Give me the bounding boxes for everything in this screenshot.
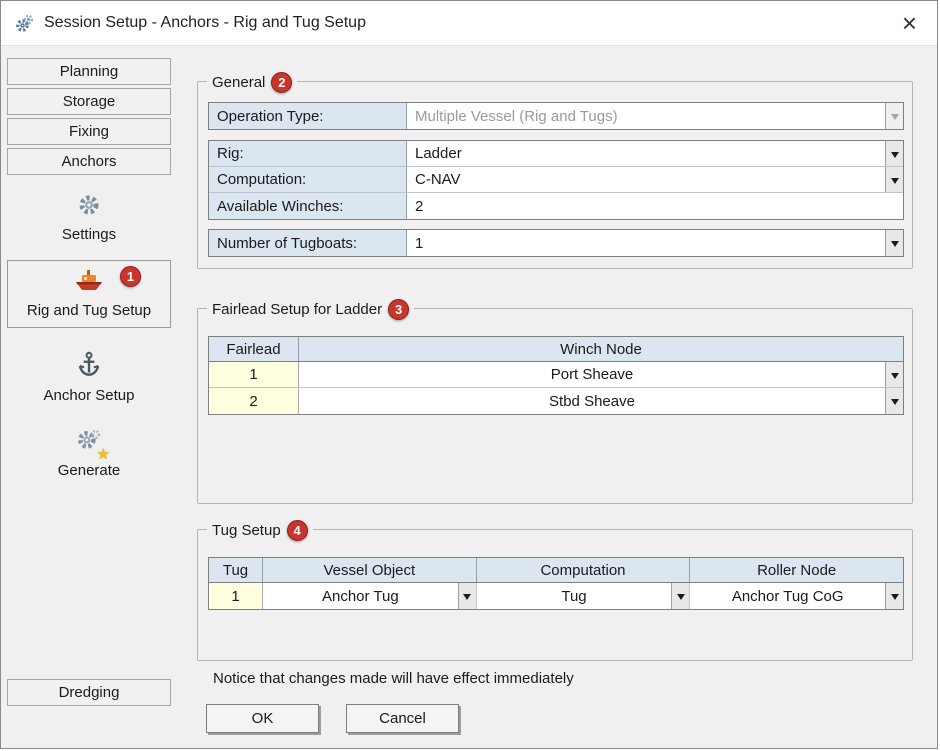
sidebar-item-label: Generate bbox=[9, 462, 169, 479]
field-label: Computation: bbox=[209, 167, 407, 192]
form-row: Available Winches: 2 bbox=[209, 193, 903, 219]
title-bar: Session Setup - Anchors - Rig and Tug Se… bbox=[1, 1, 937, 46]
available-winches-value-cell: 2 bbox=[407, 193, 903, 219]
dropdown-arrow-icon[interactable] bbox=[885, 583, 903, 609]
dropdown-arrow-icon[interactable] bbox=[885, 141, 903, 166]
field-label: Available Winches: bbox=[209, 193, 407, 219]
number-of-tugboats-value: 1 bbox=[415, 235, 423, 252]
column-header-computation: Computation bbox=[477, 558, 691, 582]
roller-node-value: Anchor Tug CoG bbox=[732, 588, 844, 605]
step-badge-2: 2 bbox=[271, 72, 292, 93]
sidebar-button-dredging[interactable]: Dredging bbox=[7, 679, 171, 706]
winch-node-value: Stbd Sheave bbox=[549, 393, 635, 410]
sidebar-button-anchors[interactable]: Anchors bbox=[7, 148, 171, 175]
tug-group-label: Tug Setup 4 bbox=[207, 518, 313, 542]
winch-node-value: Port Sheave bbox=[551, 366, 634, 383]
sidebar-item-generate[interactable]: ★ Generate bbox=[7, 423, 171, 484]
computation-select[interactable]: C-NAV bbox=[407, 167, 903, 192]
sidebar-item-rig-and-tug-setup[interactable]: 1 Rig and Tug Setup bbox=[7, 260, 171, 328]
column-header-vessel-object: Vessel Object bbox=[263, 558, 477, 582]
table-header-row: Tug Vessel Object Computation Roller Nod… bbox=[209, 558, 903, 583]
table-header-row: Fairlead Winch Node bbox=[209, 337, 903, 362]
fairlead-row-number: 1 bbox=[209, 362, 299, 387]
sidebar-item-anchor-setup[interactable]: Anchor Setup bbox=[7, 346, 171, 409]
step-badge-4: 4 bbox=[287, 520, 308, 541]
table-row: 1 Anchor Tug Tug Anchor Tug CoG bbox=[209, 583, 903, 609]
generate-gears-star-icon: ★ bbox=[76, 428, 102, 459]
dropdown-arrow-icon[interactable] bbox=[885, 230, 903, 256]
tugboats-table: Number of Tugboats: 1 bbox=[208, 229, 904, 257]
form-row: Computation: C-NAV bbox=[209, 167, 903, 193]
roller-node-select[interactable]: Anchor Tug CoG bbox=[690, 583, 903, 609]
column-header-fairlead: Fairlead bbox=[209, 337, 299, 361]
sidebar-item-label: Rig and Tug Setup bbox=[10, 302, 168, 319]
gears-app-icon bbox=[15, 13, 35, 33]
operation-type-table: Operation Type: Multiple Vessel (Rig and… bbox=[208, 102, 904, 130]
dropdown-arrow-icon[interactable] bbox=[671, 583, 689, 609]
ok-button[interactable]: OK bbox=[206, 704, 319, 733]
tug-table: Tug Vessel Object Computation Roller Nod… bbox=[208, 557, 904, 610]
column-header-winch-node: Winch Node bbox=[299, 337, 903, 361]
anchor-icon bbox=[76, 351, 102, 379]
notice-text: Notice that changes made will have effec… bbox=[213, 670, 574, 687]
session-setup-dialog: Session Setup - Anchors - Rig and Tug Se… bbox=[0, 0, 938, 749]
computation-value: C-NAV bbox=[415, 171, 461, 188]
form-row: Rig: Ladder bbox=[209, 141, 903, 167]
fairlead-setup-group: Fairlead Setup for Ladder 3 Fairlead Win… bbox=[197, 308, 913, 504]
tug-computation-value: Tug bbox=[561, 588, 586, 605]
sidebar-button-fixing[interactable]: Fixing bbox=[7, 118, 171, 145]
tug-setup-group: Tug Setup 4 Tug Vessel Object Computatio… bbox=[197, 529, 913, 661]
fairlead-group-label: Fairlead Setup for Ladder 3 bbox=[207, 297, 414, 321]
operation-type-value: Multiple Vessel (Rig and Tugs) bbox=[415, 108, 618, 125]
settings-gear-icon bbox=[76, 192, 102, 218]
dropdown-arrow-icon[interactable] bbox=[885, 362, 903, 387]
dropdown-arrow-icon[interactable] bbox=[458, 583, 476, 609]
fairlead-row-number: 2 bbox=[209, 388, 299, 414]
rig-select[interactable]: Ladder bbox=[407, 141, 903, 166]
general-group: General 2 Operation Type: Multiple Vesse… bbox=[197, 81, 913, 269]
field-label: Rig: bbox=[209, 141, 407, 166]
tugboat-icon bbox=[72, 268, 106, 294]
sidebar-button-planning[interactable]: Planning bbox=[7, 58, 171, 85]
group-title: Tug Setup bbox=[212, 522, 281, 539]
available-winches-value: 2 bbox=[415, 198, 423, 215]
close-icon[interactable]: × bbox=[896, 13, 923, 33]
column-header-roller-node: Roller Node bbox=[690, 558, 903, 582]
field-label: Number of Tugboats: bbox=[209, 230, 407, 256]
group-title: General bbox=[212, 74, 265, 91]
form-row: Number of Tugboats: 1 bbox=[209, 230, 903, 256]
dropdown-arrow-icon bbox=[885, 103, 903, 129]
step-badge-3: 3 bbox=[388, 299, 409, 320]
tug-row-number: 1 bbox=[209, 583, 263, 609]
dropdown-arrow-icon[interactable] bbox=[885, 167, 903, 192]
rig-settings-table: Rig: Ladder Computation: C-NAV Available… bbox=[208, 140, 904, 220]
window-title: Session Setup - Anchors - Rig and Tug Se… bbox=[44, 14, 366, 32]
vessel-object-value: Anchor Tug bbox=[322, 588, 399, 605]
fairlead-table: Fairlead Winch Node 1 Port Sheave 2 Stbd… bbox=[208, 336, 904, 415]
cancel-button[interactable]: Cancel bbox=[346, 704, 459, 733]
rig-value: Ladder bbox=[415, 145, 462, 162]
sidebar-item-label: Anchor Setup bbox=[9, 387, 169, 404]
form-row: Operation Type: Multiple Vessel (Rig and… bbox=[209, 103, 903, 129]
winch-node-select[interactable]: Stbd Sheave bbox=[299, 388, 903, 414]
number-of-tugboats-select[interactable]: 1 bbox=[407, 230, 903, 256]
general-group-label: General 2 bbox=[207, 70, 297, 94]
dropdown-arrow-icon[interactable] bbox=[885, 388, 903, 414]
star-icon: ★ bbox=[97, 445, 110, 463]
column-header-tug: Tug bbox=[209, 558, 263, 582]
sidebar-item-label: Settings bbox=[9, 226, 169, 243]
winch-node-select[interactable]: Port Sheave bbox=[299, 362, 903, 387]
sidebar-item-settings[interactable]: Settings bbox=[7, 187, 171, 248]
group-title: Fairlead Setup for Ladder bbox=[212, 301, 382, 318]
field-label: Operation Type: bbox=[209, 103, 407, 129]
operation-type-select: Multiple Vessel (Rig and Tugs) bbox=[407, 103, 903, 129]
vessel-object-select[interactable]: Anchor Tug bbox=[263, 583, 477, 609]
sidebar: Planning Storage Fixing Anchors Settings bbox=[7, 58, 171, 744]
step-badge-1: 1 bbox=[120, 266, 141, 287]
sidebar-button-storage[interactable]: Storage bbox=[7, 88, 171, 115]
table-row: 2 Stbd Sheave bbox=[209, 388, 903, 414]
tug-computation-select[interactable]: Tug bbox=[477, 583, 691, 609]
table-row: 1 Port Sheave bbox=[209, 362, 903, 388]
